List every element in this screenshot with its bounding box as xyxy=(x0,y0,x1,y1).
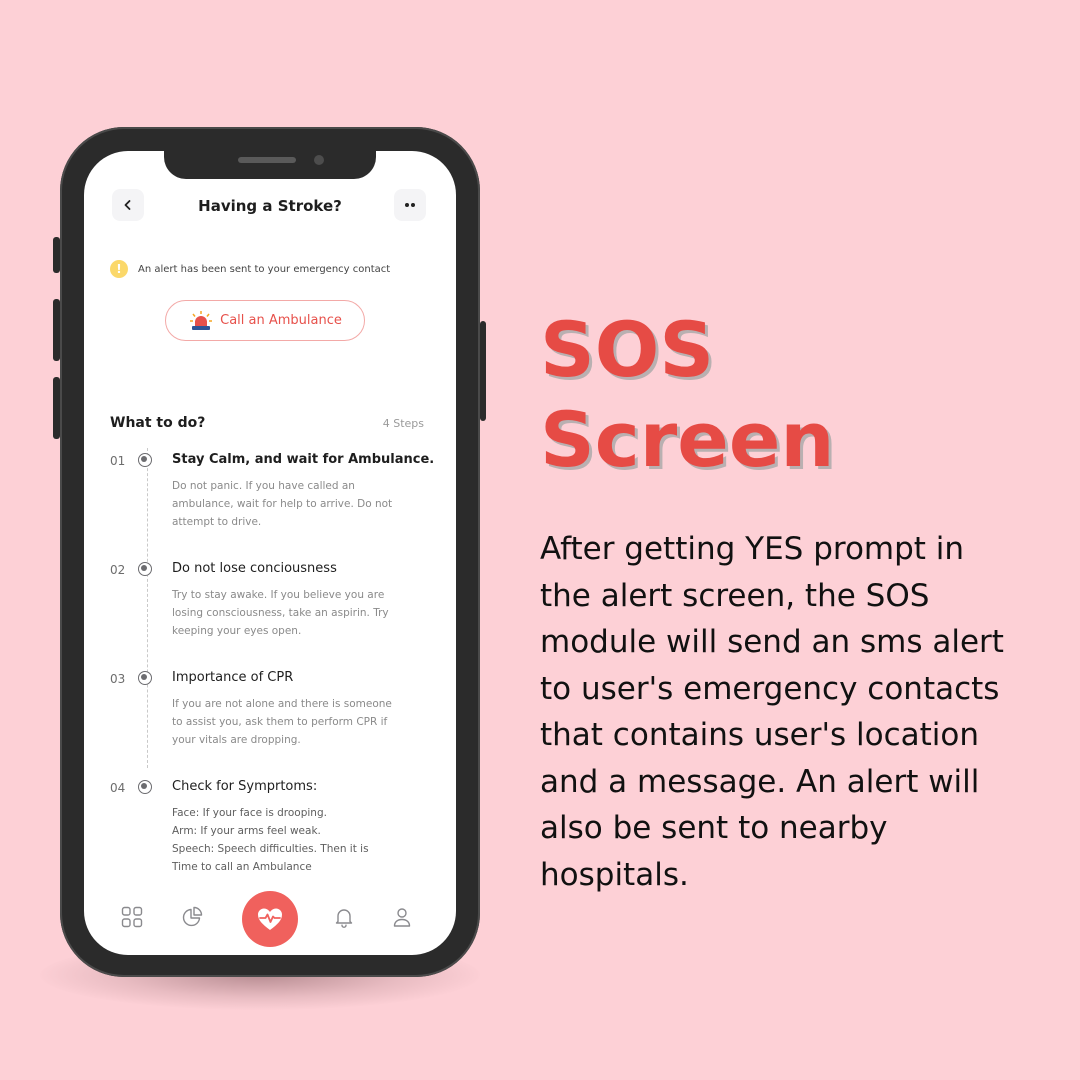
step-number: 04 xyxy=(110,781,126,795)
step-title: Importance of CPR xyxy=(172,670,294,685)
heading-line-2: Screen xyxy=(540,395,835,484)
speaker-grille xyxy=(238,157,296,163)
step-description-line: losing consciousness, take an aspirin. T… xyxy=(172,607,389,619)
nav-dashboard[interactable] xyxy=(116,901,148,933)
sos-heading: SOS Screen xyxy=(540,305,834,485)
nav-profile[interactable] xyxy=(386,901,418,933)
bell-icon xyxy=(335,909,353,928)
step-description-line: Do not panic. If you have called an xyxy=(172,480,355,492)
front-camera xyxy=(314,155,324,165)
step-description-line: Face: If your face is drooping. xyxy=(172,807,327,819)
nav-sos-active[interactable] xyxy=(242,891,298,947)
bottom-navigation xyxy=(84,891,456,955)
section-title: What to do? xyxy=(110,415,206,431)
step-description-line: If you are not alone and there is someon… xyxy=(172,698,392,710)
pie-chart-icon xyxy=(182,906,203,927)
volume-down-button xyxy=(53,377,60,439)
more-options-button[interactable] xyxy=(394,189,426,221)
step-title: Stay Calm, and wait for Ambulance. xyxy=(172,452,435,467)
nav-notifications[interactable] xyxy=(328,901,360,933)
step-description-line: Time to call an Ambulance xyxy=(172,861,312,873)
chevron-left-icon xyxy=(124,200,131,210)
steps-count: 4 Steps xyxy=(382,417,424,430)
more-dots-icon xyxy=(405,203,415,207)
step-description-line: Speech: Speech difficulties. Then it is xyxy=(172,843,369,855)
step-number: 03 xyxy=(110,672,126,686)
step-description: Try to stay awake. If you believe you ar… xyxy=(172,586,434,640)
step-description-line: ambulance, wait for help to arrive. Do n… xyxy=(172,498,393,510)
timeline-connector xyxy=(147,448,148,768)
alert-text: An alert has been sent to your emergency… xyxy=(138,263,391,275)
mute-switch xyxy=(53,237,60,273)
step-description: If you are not alone and there is someon… xyxy=(172,695,434,749)
step-radio[interactable] xyxy=(138,671,152,685)
step-description-line: attempt to drive. xyxy=(172,516,262,528)
step-title: Check for Symprtoms: xyxy=(172,779,318,794)
step-radio[interactable] xyxy=(138,453,152,467)
step-radio[interactable] xyxy=(138,780,152,794)
call-ambulance-label: Call an Ambulance xyxy=(220,313,342,328)
step-description-line: Try to stay awake. If you believe you ar… xyxy=(172,589,385,601)
heart-pulse-icon xyxy=(258,908,282,930)
step-description-line: your vitals are dropping. xyxy=(172,734,301,746)
user-icon xyxy=(393,908,411,927)
step-description-line: keeping your eyes open. xyxy=(172,625,302,637)
notch xyxy=(164,151,376,179)
step-description-line: Arm: If your arms feel weak. xyxy=(172,825,321,837)
call-ambulance-button[interactable]: Call an Ambulance xyxy=(165,300,365,341)
grid-icon xyxy=(121,906,143,928)
step-number: 02 xyxy=(110,563,126,577)
description-text: After getting YES prompt in the alert sc… xyxy=(540,531,1004,893)
step-radio[interactable] xyxy=(138,562,152,576)
back-button[interactable] xyxy=(112,189,144,221)
step-number: 01 xyxy=(110,454,126,468)
phone-frame: Having a Stroke? ! An alert has been sen… xyxy=(53,127,486,977)
power-button xyxy=(480,321,486,421)
volume-up-button xyxy=(53,299,60,361)
step-title: Do not lose conciousness xyxy=(172,561,337,576)
warning-icon: ! xyxy=(110,260,128,278)
nav-reports[interactable] xyxy=(176,901,208,933)
step-description: Face: If your face is drooping. Arm: If … xyxy=(172,804,434,876)
siren-icon xyxy=(190,310,213,330)
screen-title: Having a Stroke? xyxy=(198,197,342,215)
step-description-line: to assist you, ask them to perform CPR i… xyxy=(172,716,388,728)
alert-banner: ! An alert has been sent to your emergen… xyxy=(110,260,390,278)
heading-line-1: SOS xyxy=(540,305,715,394)
step-description: Do not panic. If you have called an ambu… xyxy=(172,477,434,531)
phone-screen: Having a Stroke? ! An alert has been sen… xyxy=(84,151,456,955)
